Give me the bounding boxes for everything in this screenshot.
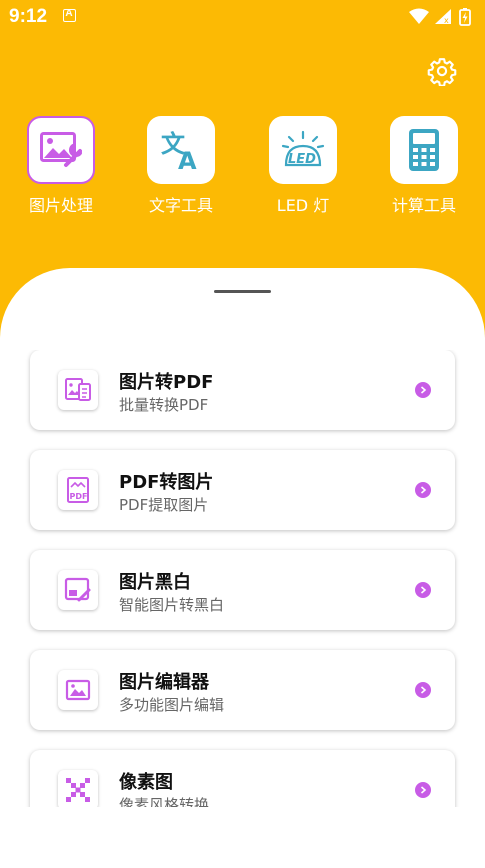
wifi-icon bbox=[409, 8, 429, 24]
tab-label: 计算工具 bbox=[391, 196, 456, 215]
tab-text-tools[interactable]: 文 A 文字工具 bbox=[131, 116, 231, 216]
list-item-pixel-art[interactable]: 像素图 像素风格转换 bbox=[30, 750, 455, 807]
tab-label: 文字工具 bbox=[148, 196, 213, 215]
image-edit-icon bbox=[27, 116, 95, 184]
chevron-right-icon bbox=[415, 482, 431, 498]
chevron-right-icon bbox=[415, 682, 431, 698]
tab-label: 图片处理 bbox=[28, 196, 93, 215]
svg-text:LED: LED bbox=[288, 152, 316, 167]
item-title: 像素图 bbox=[119, 772, 173, 793]
status-bar: 9:12 A x bbox=[0, 0, 485, 34]
chevron-right-icon bbox=[415, 382, 431, 398]
tab-image-processing[interactable]: 图片处理 bbox=[11, 116, 111, 216]
list-item-image-editor[interactable]: 图片编辑器 多功能图片编辑 bbox=[30, 650, 455, 730]
settings-button[interactable] bbox=[424, 53, 460, 89]
list-item-pdf-to-image[interactable]: PDF PDF转图片 PDF提取图片 bbox=[30, 450, 455, 530]
image-editor-icon bbox=[58, 670, 98, 710]
chevron-right-icon bbox=[415, 582, 431, 598]
list-item-image-to-pdf[interactable]: 图片转PDF 批量转换PDF bbox=[30, 350, 455, 430]
svg-text:A: A bbox=[178, 147, 197, 172]
svg-text:x: x bbox=[444, 16, 449, 25]
led-light-icon: LED bbox=[269, 116, 337, 184]
pixel-art-icon bbox=[58, 770, 98, 807]
calculator-icon bbox=[390, 116, 458, 184]
item-subtitle: 批量转换PDF bbox=[119, 396, 209, 414]
list-item-black-white[interactable]: 图片黑白 智能图片转黑白 bbox=[30, 550, 455, 630]
notification-icon: A bbox=[63, 8, 76, 22]
feature-list: 图片转PDF 批量转换PDF PDF PDF转图片 PDF提取图片 图片黑白 智… bbox=[0, 350, 485, 807]
item-title: 图片黑白 bbox=[119, 572, 191, 593]
status-icons: x bbox=[409, 8, 471, 26]
svg-text:PDF: PDF bbox=[70, 492, 88, 501]
status-time: 9:12 bbox=[9, 6, 48, 27]
notification-letter: A bbox=[65, 8, 73, 19]
item-subtitle: 像素风格转换 bbox=[119, 796, 210, 807]
item-title: PDF转图片 bbox=[119, 472, 214, 493]
item-title: 图片编辑器 bbox=[119, 672, 209, 693]
black-white-icon bbox=[58, 570, 98, 610]
item-title: 图片转PDF bbox=[119, 372, 214, 393]
item-subtitle: PDF提取图片 bbox=[119, 496, 209, 514]
tab-calculator-tools[interactable]: 计算工具 bbox=[374, 116, 474, 216]
chevron-right-icon bbox=[415, 782, 431, 798]
image-to-pdf-icon bbox=[58, 370, 98, 410]
sheet-drag-handle[interactable] bbox=[214, 290, 271, 293]
item-subtitle: 智能图片转黑白 bbox=[119, 596, 225, 614]
translate-icon: 文 A bbox=[147, 116, 215, 184]
tool-tabs: 图片处理 文 A 文字工具 LED LED 灯 计算工具 bbox=[0, 116, 485, 226]
tab-label: LED 灯 bbox=[276, 196, 330, 215]
pdf-to-image-icon: PDF bbox=[58, 470, 98, 510]
tab-led-light[interactable]: LED LED 灯 bbox=[253, 116, 353, 216]
item-subtitle: 多功能图片编辑 bbox=[119, 696, 225, 714]
gear-icon bbox=[427, 58, 457, 86]
